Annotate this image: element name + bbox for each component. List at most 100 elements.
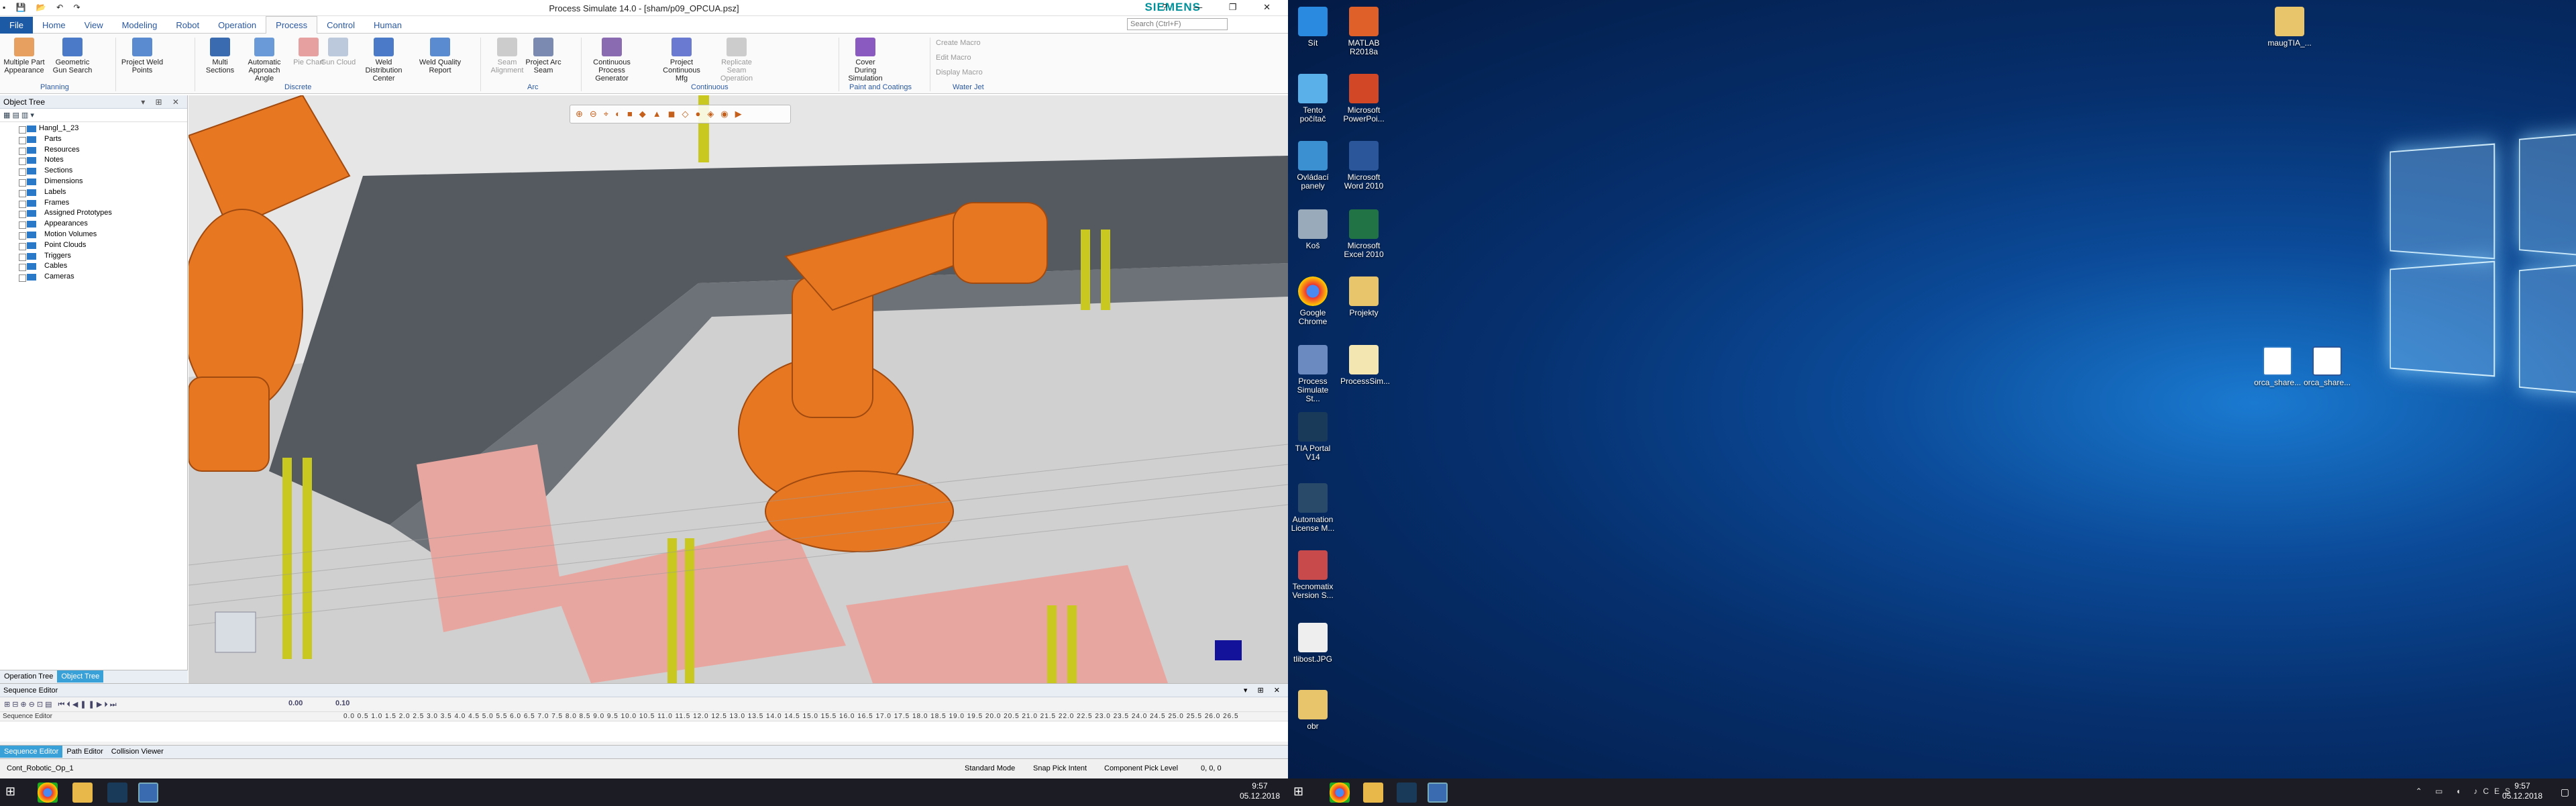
desktop-icon-automation-license[interactable]: Automation License M... xyxy=(1289,483,1336,533)
desktop-icon-excel[interactable]: Microsoft Excel 2010 xyxy=(1340,209,1387,259)
tab-collision-viewer[interactable]: Collision Viewer xyxy=(107,746,168,758)
start-icon[interactable]: ⊞ xyxy=(1293,785,1313,805)
tray-icons[interactable]: ⌃ ▭ ◖ ♪ xyxy=(2416,787,2483,796)
tab-human[interactable]: Human xyxy=(364,17,411,34)
weld-quality-report-button[interactable]: Weld Quality Report xyxy=(419,38,462,74)
tab-robot[interactable]: Robot xyxy=(166,17,209,34)
system-tray[interactable]: ⌃ ▭ ◖ ♪CES xyxy=(2416,787,2516,796)
tree-item-triggers[interactable]: Triggers xyxy=(0,251,187,262)
desktop-icon-powerpoint[interactable]: Microsoft PowerPoi... xyxy=(1340,74,1387,123)
desktop-icon-maugtia[interactable]: maugTIA_... xyxy=(2266,7,2313,48)
tab-home[interactable]: Home xyxy=(33,17,75,34)
desktop-icon-tia-portal[interactable]: TIA Portal V14 xyxy=(1289,412,1336,462)
timeline-ticks: 0.0 0.5 1.0 1.5 2.0 2.5 3.0 3.5 4.0 4.5 … xyxy=(343,713,1239,720)
time-value[interactable]: 0.00 xyxy=(288,699,303,707)
status-coords: 0, 0, 0 xyxy=(1201,764,1222,772)
tab-operation-tree[interactable]: Operation Tree xyxy=(0,670,57,683)
status-pick-level[interactable]: Component Pick Level xyxy=(1104,764,1178,772)
desktop-icon-tlibost-jpg[interactable]: tlibost.JPG xyxy=(1289,623,1336,664)
status-pick-intent[interactable]: Snap Pick Intent xyxy=(1033,764,1087,772)
desktop-icon-this-pc[interactable]: Tento počítač xyxy=(1289,74,1336,123)
tree-item-cameras[interactable]: Cameras xyxy=(0,272,187,283)
tab-control[interactable]: Control xyxy=(317,17,364,34)
tree-item-notes[interactable]: Notes xyxy=(0,155,187,166)
3d-viewport[interactable]: ⊕⊖⌖◐■◆▲◼◇●◈◉▶ xyxy=(189,95,1288,683)
tab-process[interactable]: Process xyxy=(266,16,318,34)
clock[interactable]: 9:57 05.12.2018 xyxy=(2502,781,2542,801)
desktop-icon-processsim-file[interactable]: ProcessSim... xyxy=(1340,345,1390,386)
tree-item-labels[interactable]: Labels xyxy=(0,187,187,198)
desktop-icon-chrome[interactable]: Google Chrome xyxy=(1289,276,1336,326)
tab-modeling[interactable]: Modeling xyxy=(113,17,167,34)
group-arc: Arc xyxy=(527,83,539,91)
geometric-gun-search-button[interactable]: Geometric Gun Search xyxy=(51,38,94,74)
object-tree-toolbar[interactable]: ▦ ▤ ▥ ▾ xyxy=(0,109,187,122)
tab-path-editor[interactable]: Path Editor xyxy=(62,746,107,758)
tab-object-tree[interactable]: Object Tree xyxy=(57,670,104,683)
automatic-approach-angle-button[interactable]: Automatic Approach Angle xyxy=(243,38,286,83)
tree-item-assigned-prototypes[interactable]: Assigned Prototypes xyxy=(0,208,187,219)
sequence-toolbar[interactable]: ⊞⊟⊕⊖⊡▤ ⏮⏴◀❚❚▶⏵⏭ 0.00 0.10 xyxy=(0,697,1288,712)
tree-item-point-clouds[interactable]: Point Clouds xyxy=(0,240,187,251)
chrome-icon[interactable] xyxy=(1330,783,1350,803)
status-mode[interactable]: Standard Mode xyxy=(965,764,1015,772)
ribbon-process: Multiple Part Appearance Geometric Gun S… xyxy=(0,34,1288,94)
tree-item-parts[interactable]: Parts xyxy=(0,134,187,145)
tree-item-motion-volumes[interactable]: Motion Volumes xyxy=(0,230,187,240)
continuous-process-generator-button[interactable]: Continuous Process Generator xyxy=(590,38,633,83)
tree-item-cables[interactable]: Cables xyxy=(0,261,187,272)
desktop-icon-tecnomatix[interactable]: Tecnomatix Version S... xyxy=(1289,550,1336,600)
gun-cloud-button[interactable]: Gun Cloud xyxy=(317,38,360,66)
tia-portal-icon[interactable] xyxy=(107,783,127,803)
sequence-body[interactable] xyxy=(0,721,1288,742)
factory-scene xyxy=(189,95,1288,683)
desktop-icon-network[interactable]: Sít xyxy=(1289,7,1336,48)
search-input[interactable]: Search (Ctrl+F) xyxy=(1127,18,1228,30)
tree-item-dimensions[interactable]: Dimensions xyxy=(0,177,187,187)
step-value[interactable]: 0.10 xyxy=(335,699,350,707)
multi-sections-button[interactable]: Multi Sections xyxy=(199,38,241,74)
chrome-icon[interactable] xyxy=(38,783,58,803)
project-continuous-mfg-button[interactable]: Project Continuous Mfg xyxy=(660,38,703,83)
viewport-toolbar[interactable]: ⊕⊖⌖◐■◆▲◼◇●◈◉▶ xyxy=(570,105,791,123)
desktop-icon-orca-share-doc[interactable]: orca_share... xyxy=(2304,346,2351,387)
edit-macro-button[interactable]: Edit Macro xyxy=(936,54,971,62)
tree-item-resources[interactable]: Resources xyxy=(0,145,187,156)
desktop-icon-projekty[interactable]: Projekty xyxy=(1340,276,1387,317)
tree-item-frames[interactable]: Frames xyxy=(0,198,187,209)
desktop-icon-control-panel[interactable]: Ovládací panely xyxy=(1289,141,1336,191)
create-macro-button[interactable]: Create Macro xyxy=(936,39,981,47)
start-icon[interactable]: ⊞ xyxy=(5,785,25,805)
tree-root[interactable]: Hangl_1_23 xyxy=(0,123,187,134)
tab-file[interactable]: File xyxy=(0,17,33,34)
tree-item-appearances[interactable]: Appearances xyxy=(0,219,187,230)
clock[interactable]: 9:57 05.12.2018 xyxy=(1240,781,1280,801)
tia-portal-icon[interactable] xyxy=(1397,783,1417,803)
desktop-icon-word[interactable]: Microsoft Word 2010 xyxy=(1340,141,1387,191)
tree-item-sections[interactable]: Sections xyxy=(0,166,187,177)
desktop-icon-recycle-bin[interactable]: Koš xyxy=(1289,209,1336,250)
replicate-seam-operation-button[interactable]: Replicate Seam Operation xyxy=(715,38,758,83)
display-macro-button[interactable]: Display Macro xyxy=(936,68,983,77)
explorer-icon[interactable] xyxy=(1363,783,1383,803)
multiple-part-appearance-button[interactable]: Multiple Part Appearance xyxy=(3,38,46,74)
process-simulate-icon[interactable] xyxy=(138,783,158,803)
process-simulate-icon[interactable] xyxy=(1428,783,1448,803)
notification-icon[interactable]: ▢ xyxy=(2561,787,2569,798)
desktop-icon-obr[interactable]: obr xyxy=(1289,690,1336,731)
project-arc-seam-button[interactable]: Project Arc Seam xyxy=(522,38,565,74)
cover-during-simulation-button[interactable]: Cover During Simulation xyxy=(844,38,887,83)
desktop-icon-orca-share-pdf[interactable]: orca_share... xyxy=(2254,346,2301,387)
tab-operation[interactable]: Operation xyxy=(209,17,266,34)
tab-sequence-editor[interactable]: Sequence Editor xyxy=(0,746,63,758)
weld-distribution-center-button[interactable]: Weld Distribution Center xyxy=(362,38,405,83)
desktop-icon-process-simulate[interactable]: Process Simulate St... xyxy=(1289,345,1336,403)
explorer-icon[interactable] xyxy=(72,783,93,803)
tab-view[interactable]: View xyxy=(75,17,113,34)
sequence-panel-controls[interactable]: ▾ ⊞ ✕ xyxy=(1244,686,1284,695)
project-weld-points-button[interactable]: Project Weld Points xyxy=(121,38,164,74)
continuous-mfg-icon xyxy=(672,38,692,56)
panel-controls[interactable]: ▾ ⊞ ✕ xyxy=(141,97,183,107)
window-controls[interactable]: ? — ❐ ✕ xyxy=(1162,2,1283,13)
desktop-icon-matlab[interactable]: MATLAB R2018a xyxy=(1340,7,1387,56)
